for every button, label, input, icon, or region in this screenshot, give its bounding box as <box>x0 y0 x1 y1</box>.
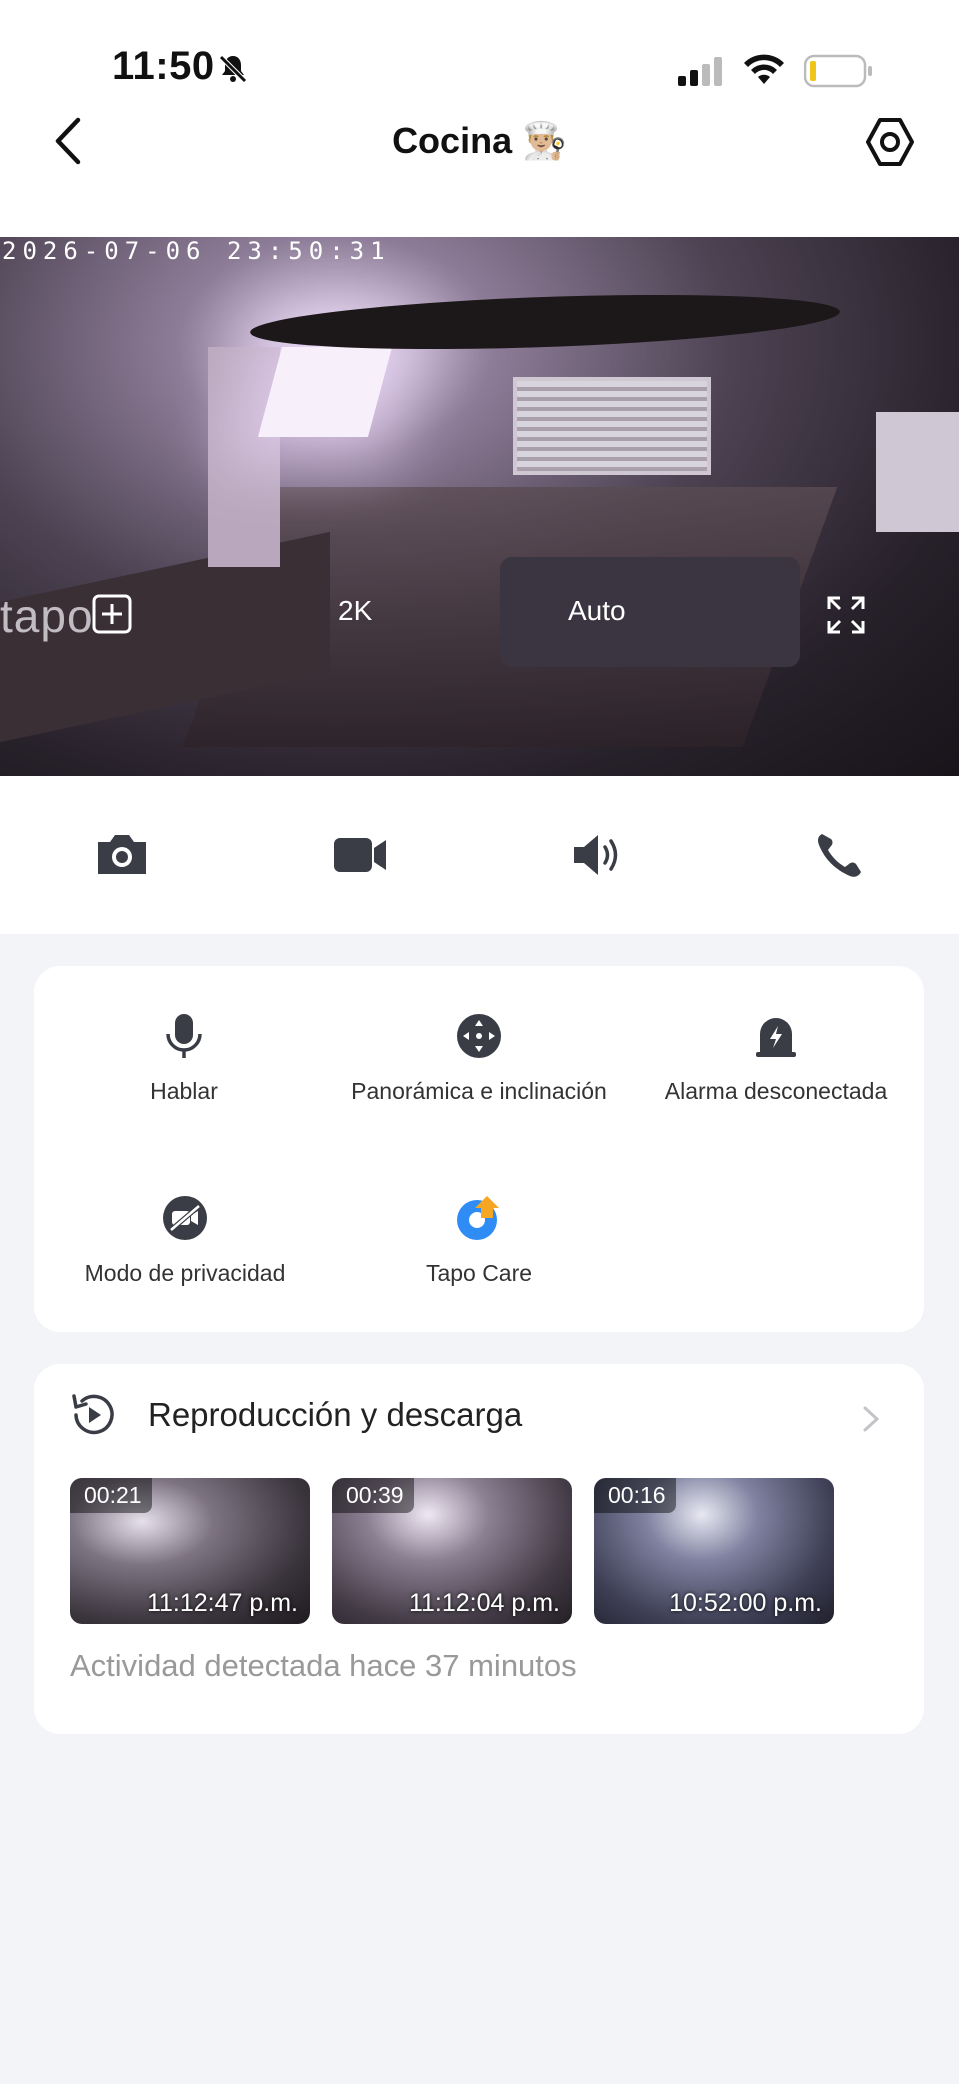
clip-thumbnail[interactable]: 00:16 10:52:00 p.m. <box>594 1478 834 1624</box>
feed-timestamp: 2026-07-06 23:50:31 <box>2 237 391 265</box>
activity-status: Actividad detectada hace 37 minutos <box>70 1648 577 1683</box>
feed-window <box>513 377 711 475</box>
bell-muted-icon <box>219 55 247 83</box>
playback-history-icon <box>72 1394 114 1435</box>
camera-icon[interactable] <box>92 830 152 880</box>
tapo-care-icon <box>457 1196 499 1240</box>
feed-ceiling-fan <box>249 286 841 358</box>
tapo-logo: tapo <box>0 590 94 642</box>
pan-tilt-icon <box>457 1014 501 1058</box>
wifi-icon <box>744 54 784 84</box>
feed-sofa <box>500 557 800 667</box>
page-title: Cocina 👨🏼‍🍳 <box>392 120 567 161</box>
pan-tilt-label: Panorámica e inclinación <box>351 1078 607 1104</box>
alarm-icon <box>756 1018 796 1057</box>
clip-duration: 00:16 <box>594 1478 676 1513</box>
live-camera-feed[interactable]: 2026-07-06 23:50:31 tapo 2K Auto <box>0 237 959 776</box>
video-record-icon[interactable] <box>330 830 390 880</box>
chevron-right-icon[interactable] <box>860 1404 882 1434</box>
fullscreen-icon[interactable] <box>826 595 866 635</box>
talk-button[interactable]: Hablar <box>64 1012 304 1105</box>
talk-label: Hablar <box>150 1078 218 1104</box>
tapo-care-button[interactable]: Tapo Care <box>364 1194 594 1287</box>
speaker-icon[interactable] <box>570 830 630 880</box>
clip-time: 10:52:00 p.m. <box>669 1589 822 1617</box>
feed-door <box>208 347 280 567</box>
feed-ac-unit <box>876 412 959 532</box>
add-icon[interactable] <box>92 594 132 634</box>
microphone-icon <box>166 1014 202 1058</box>
resolution-toggle[interactable]: 2K <box>338 595 372 627</box>
cell-signal-icon <box>678 57 722 86</box>
feed-light <box>257 347 393 437</box>
clip-duration: 00:39 <box>332 1478 414 1513</box>
clip-thumbnail[interactable]: 00:21 11:12:47 p.m. <box>70 1478 310 1624</box>
alarm-label: Alarma desconectada <box>664 1078 888 1104</box>
clip-time: 11:12:04 p.m. <box>408 1589 560 1617</box>
mode-toggle[interactable]: Auto <box>568 595 626 627</box>
playback-title: Reproducción y descarga <box>148 1396 523 1433</box>
alarm-button[interactable]: Alarma desconectada <box>640 1012 912 1105</box>
status-time: 11:50 <box>112 44 215 88</box>
clip-time: 11:12:47 p.m. <box>146 1589 298 1617</box>
settings-gear-icon[interactable] <box>864 116 916 168</box>
phone-icon[interactable] <box>812 830 872 880</box>
tapo-care-label: Tapo Care <box>425 1260 533 1286</box>
top-area <box>0 0 959 237</box>
clip-thumbnail[interactable]: 00:39 11:12:04 p.m. <box>332 1478 572 1624</box>
pan-tilt-button[interactable]: Panorámica e inclinación <box>334 1012 624 1105</box>
playback-card[interactable]: Reproducción y descarga 00:21 11:12:47 p… <box>34 1364 924 1734</box>
privacy-icon <box>163 1196 207 1240</box>
privacy-mode-button[interactable]: Modo de privacidad <box>54 1194 316 1287</box>
battery-icon <box>804 54 872 88</box>
privacy-label: Modo de privacidad <box>84 1260 286 1286</box>
clip-duration: 00:21 <box>70 1478 152 1513</box>
features-card: Hablar Panorámica e inclinación Alarma d… <box>34 966 924 1332</box>
